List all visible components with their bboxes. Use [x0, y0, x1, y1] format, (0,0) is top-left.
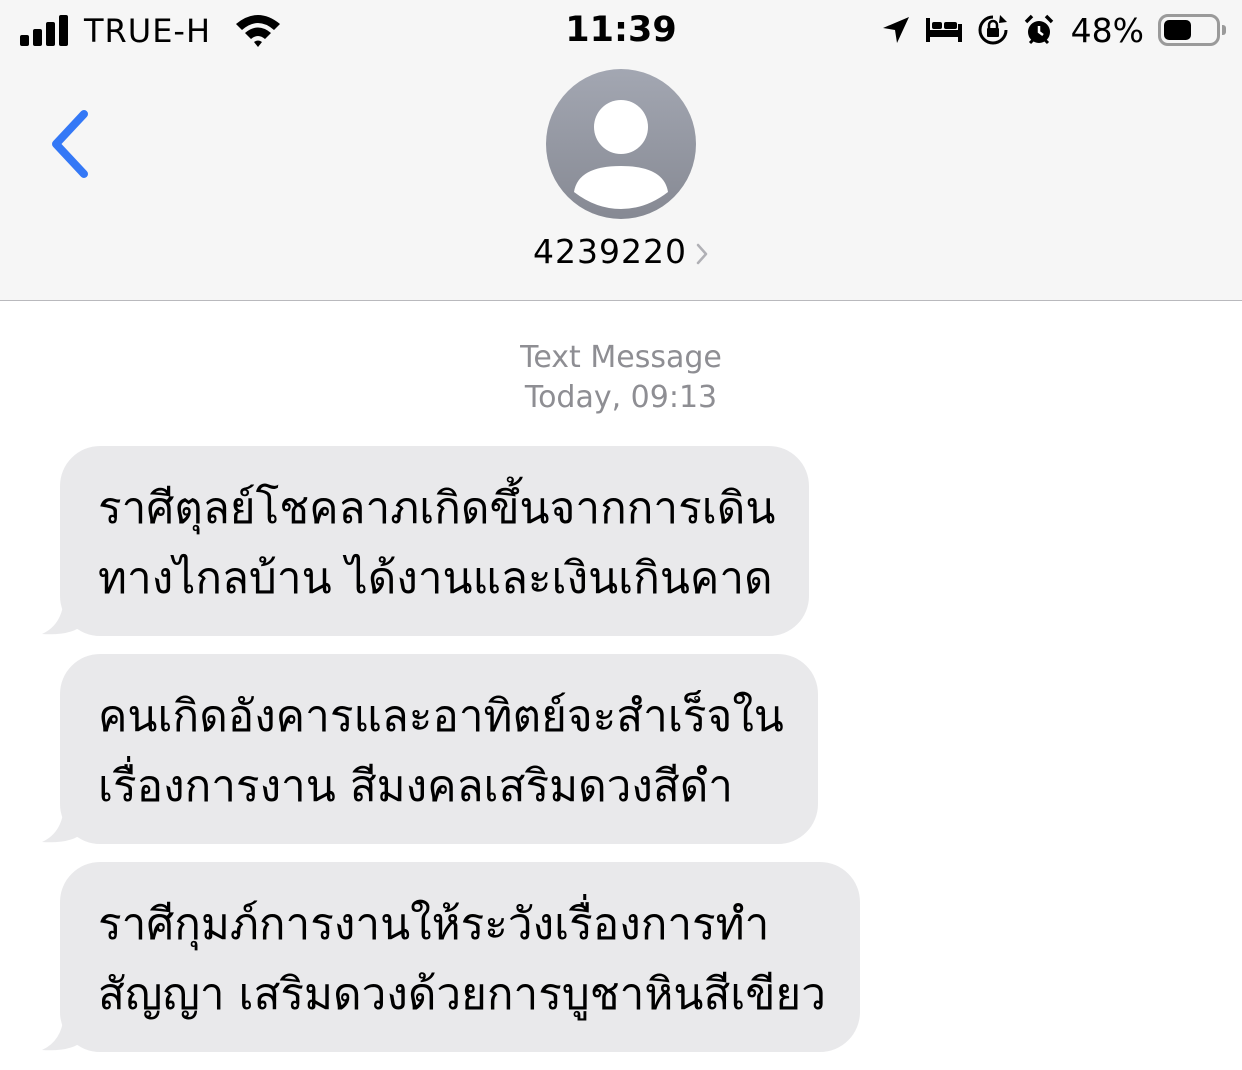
chevron-left-icon	[52, 110, 88, 178]
bed-icon	[925, 16, 963, 44]
rotation-lock-icon	[977, 14, 1009, 46]
contact-avatar[interactable]	[546, 69, 696, 219]
message-bubble[interactable]: ราศีกุมภ์การงานให้ระวังเรื่องการทำ สัญญา…	[42, 862, 860, 1052]
message-line: ราศีกุมภ์การงานให้ระวังเรื่องการทำ	[98, 899, 770, 950]
location-arrow-icon	[881, 15, 911, 45]
chevron-right-icon	[696, 243, 708, 264]
battery-icon	[1158, 14, 1226, 46]
bubble-tail	[42, 1010, 84, 1051]
back-button[interactable]	[44, 106, 96, 182]
alarm-icon	[1023, 14, 1055, 46]
message-type-label: Text Message	[520, 340, 722, 375]
status-bar: TRUE-H 11:39 48%	[0, 0, 1242, 62]
bubble-tail	[42, 802, 84, 843]
contact-number: 4239220	[533, 232, 687, 271]
contact-name-button[interactable]: 4239220	[0, 232, 1242, 271]
message-line: ราศีตุลย์โชคลาภเกิดขึ้นจากการเดิน	[98, 483, 776, 534]
message-line: ทางไกลบ้าน ได้งานและเงินเกินคาด	[98, 553, 773, 604]
bubble-tail	[42, 594, 84, 635]
battery-percent: 48%	[1070, 10, 1144, 50]
conversation-header: TRUE-H 11:39 48% 4239220	[0, 0, 1242, 301]
message-bubble[interactable]: คนเกิดอังคารและอาทิตย์จะสำเร็จใน เรื่องก…	[42, 654, 818, 844]
message-line: สัญญา เสริมดวงด้วยการบูชาหินสีเขียว	[98, 969, 826, 1020]
message-timestamp: Today, 09:13	[524, 380, 718, 415]
message-line: เรื่องการงาน สีมงคลเสริมดวงสีดำ	[98, 761, 733, 812]
status-icons: 48%	[867, 10, 1226, 50]
person-silhouette-icon	[546, 69, 696, 219]
message-line: คนเกิดอังคารและอาทิตย์จะสำเร็จใน	[98, 691, 784, 742]
message-bubble[interactable]: ราศีตุลย์โชคลาภเกิดขึ้นจากการเดิน ทางไกล…	[42, 446, 810, 636]
